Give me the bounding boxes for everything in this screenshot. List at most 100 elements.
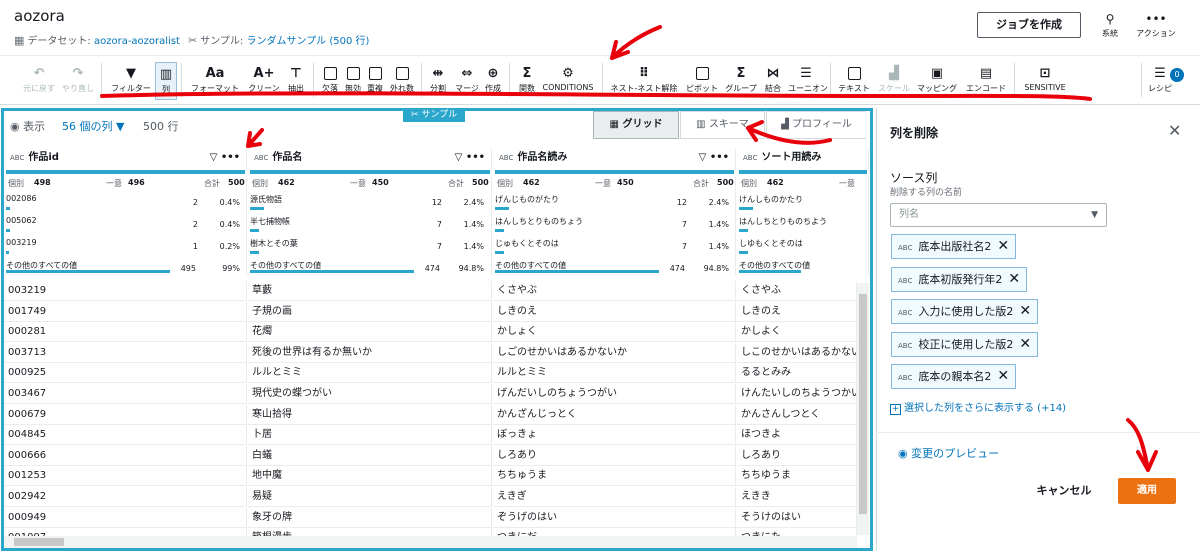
create-job-button[interactable]: ジョブを作成 (977, 12, 1081, 38)
column-header[interactable]: ABC 作品id ▽ ••• (4, 148, 247, 171)
actions-button[interactable]: ••• アクション (1130, 12, 1182, 39)
top-value-name: はんしちとりものちよう (739, 217, 827, 226)
more-icon[interactable]: ••• (466, 152, 485, 163)
top-value-row: しゆもくとそのは (739, 238, 868, 260)
distinct-value: 498 (34, 178, 51, 187)
tab-profile[interactable]: ▟ プロフィール (766, 111, 866, 139)
preview-changes-link[interactable]: ◉ 変更のプレビュー (898, 445, 999, 461)
filter-icon[interactable]: ▽ (210, 152, 221, 163)
remove-chip-icon[interactable]: ✕ (1019, 300, 1031, 323)
distinct-label: 個別 (497, 179, 513, 188)
conditions-button[interactable]: ⚙ CONDITIONS (540, 65, 596, 92)
chevron-down-icon: ▼ (1091, 210, 1098, 220)
horizontal-scroll-thumb[interactable] (14, 538, 64, 546)
column-header[interactable]: ABC 作品名 ▽ ••• (248, 148, 492, 171)
duplicate-button[interactable]: 重複 (364, 65, 386, 94)
cancel-button[interactable]: キャンセル (1030, 481, 1098, 501)
format-button[interactable]: Aa フォーマット (190, 65, 240, 94)
show-more-link[interactable]: + 選択した列をさらに表示する (+14) (890, 399, 1066, 415)
dataset-icon: ▦ (14, 34, 25, 47)
total-label: 合計 (204, 179, 220, 188)
union-button[interactable]: ☰ ユーニオン (788, 65, 828, 94)
remove-chip-icon[interactable]: ✕ (997, 235, 1009, 258)
more-icon: ••• (1145, 12, 1167, 26)
nest-button[interactable]: ⠿ ネスト-ネスト解除 (608, 65, 680, 94)
tab-grid[interactable]: ▦ グリッド (593, 111, 679, 139)
table-cell: 子規の画 (248, 301, 492, 322)
create-label: 作成 (485, 84, 501, 93)
invalid-icon (342, 65, 364, 83)
toolbar-divider (313, 63, 314, 97)
top-value-row: はんしちとりものちよう (739, 216, 868, 238)
more-icon[interactable]: ••• (221, 152, 240, 163)
join-button[interactable]: ⋈ 結合 (762, 65, 784, 94)
encode-button[interactable]: ▤ エンコード (964, 65, 1008, 94)
top-value-name: しゆもくとそのは (739, 239, 803, 248)
top-value-bar (6, 207, 10, 210)
top-value-bar (6, 251, 9, 254)
remove-chip-icon[interactable]: ✕ (1019, 333, 1031, 356)
unique-value: 496 (128, 178, 145, 187)
top-value-percent: 1.4% (463, 220, 484, 229)
text-button[interactable]: テキスト (836, 65, 872, 94)
apply-button[interactable]: 適用 (1118, 478, 1176, 504)
sensitive-button[interactable]: ⊡ SENSITIVE (1020, 65, 1070, 92)
column-header-bar (250, 170, 490, 174)
split-button[interactable]: ⇹ 分割 (427, 65, 449, 94)
table-cell: しろあり (493, 445, 736, 466)
filter-button[interactable]: ▼ フィルター (109, 65, 153, 94)
extract-button[interactable]: ⊤ 抽出 (284, 65, 308, 94)
filter-label: フィルター (111, 84, 151, 93)
filter-icon[interactable]: ▽ (699, 152, 710, 163)
column-button[interactable]: ▥ 列 (155, 62, 177, 100)
column-select[interactable]: 列名 ▼ (890, 203, 1107, 227)
lineage-button[interactable]: ⚲ 系統 (1090, 12, 1130, 39)
filter-icon[interactable]: ▽ (455, 152, 466, 163)
missing-button[interactable]: 欠落 (318, 65, 342, 94)
merge-button[interactable]: ⇔ マージ (455, 65, 479, 94)
pivot-button[interactable]: ピボット (684, 65, 720, 94)
top-value-row: げんじものがたり 12 2.4% (495, 194, 735, 216)
tab-schema[interactable]: ▥ スキーマ (680, 111, 765, 139)
mapping-button[interactable]: ▣ マッピング (914, 65, 960, 94)
sample-link[interactable]: ランダムサンプル (500 行) (246, 36, 369, 47)
remove-chip-icon[interactable]: ✕ (997, 365, 1009, 388)
plus-icon: + (890, 404, 901, 415)
clean-icon: A+ (253, 66, 275, 81)
dataset-link[interactable]: aozora-aozoralist (94, 36, 180, 47)
recipe-button[interactable]: ☰ レシピ (1148, 65, 1172, 94)
scale-button[interactable]: ▟ スケール (876, 65, 912, 94)
top-value-percent: 0.2% (219, 242, 240, 251)
toolbar-divider (1141, 63, 1142, 97)
group-button[interactable]: Σ グループ (724, 65, 758, 94)
create-column-button[interactable]: ⊕ 作成 (482, 65, 504, 94)
functions-button[interactable]: Σ 関数 (514, 65, 540, 94)
close-icon[interactable]: ✕ (1168, 121, 1181, 140)
column-header[interactable]: ABC ソート用読み (737, 148, 869, 171)
table-cell: 地中魔 (248, 466, 492, 487)
toolbar-divider (181, 63, 182, 97)
undo-button[interactable]: ↶ 元に戻す (20, 65, 58, 94)
vertical-scroll-thumb[interactable] (859, 294, 867, 514)
remove-chip-icon[interactable]: ✕ (1008, 268, 1020, 291)
column-header[interactable]: ABC 作品名読み ▽ ••• (493, 148, 736, 171)
clean-label: クリーン (248, 84, 280, 93)
profile-icon: ▟ (781, 119, 793, 130)
duplicate-icon (364, 65, 386, 83)
type-tag: ABC (898, 341, 913, 350)
column-header-bar (739, 170, 867, 174)
outliers-button[interactable]: 外れ数 (388, 65, 416, 94)
invalid-button[interactable]: 無効 (342, 65, 364, 94)
horizontal-scrollbar[interactable] (4, 536, 857, 548)
column-header-bar (6, 170, 245, 174)
table-cell: えきぎ (493, 487, 736, 507)
more-icon[interactable]: ••• (710, 152, 729, 163)
view-toggle[interactable]: ◉ 表示 (10, 118, 45, 134)
clean-button[interactable]: A+ クリーン (244, 65, 284, 94)
table-cell: しきのえ (737, 301, 857, 322)
top-value-row: 樹木とその葉 7 1.4% (250, 238, 491, 260)
table-cell: 003713 (4, 342, 247, 363)
redo-button[interactable]: ↷ やり直し (58, 65, 98, 94)
encode-label: エンコード (966, 84, 1006, 93)
columns-dropdown[interactable]: 56 個の列 ▼ (62, 118, 124, 134)
